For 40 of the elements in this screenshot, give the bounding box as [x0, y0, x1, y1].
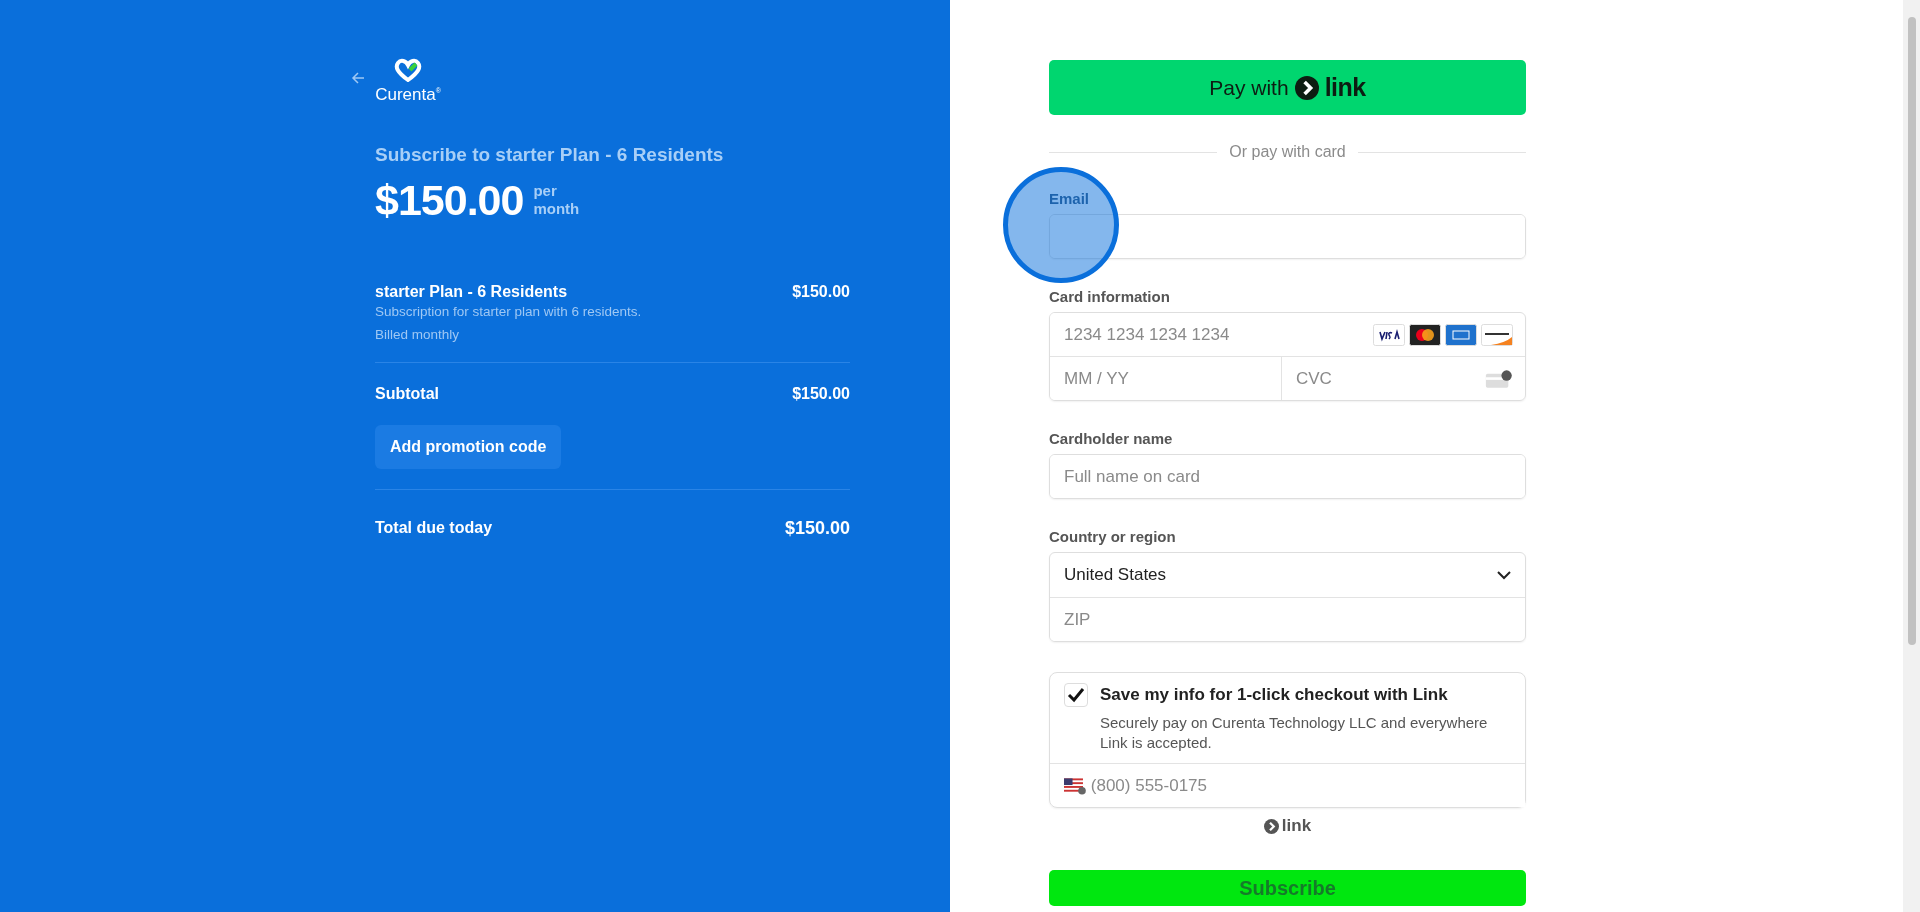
billing-note: Billed monthly: [375, 326, 461, 342]
discover-logo-icon: [1481, 323, 1513, 346]
us-flag-icon: [1064, 776, 1087, 795]
amex-logo-icon: [1445, 323, 1477, 346]
price: $150.00: [375, 175, 524, 225]
total-amount: $150.00: [784, 517, 850, 539]
save-info-checkbox[interactable]: [1064, 683, 1088, 707]
country-select[interactable]: United States: [1050, 553, 1525, 597]
country-label: Country or region: [1049, 528, 1177, 545]
add-promotion-code-button[interactable]: Add promotion code: [375, 424, 562, 469]
card-information-label: Card information: [1049, 288, 1171, 305]
logo-text: Curenta$^{®}$: [375, 83, 441, 104]
visa-logo-icon: [1373, 323, 1405, 346]
email-label: Email: [1049, 190, 1091, 207]
email-field[interactable]: [1049, 214, 1526, 259]
save-info-title: Save my info for 1-click checkout with Link: [1100, 685, 1449, 705]
divider-text: Or pay with card: [1229, 143, 1346, 161]
subtotal-label: Subtotal: [375, 384, 439, 403]
line-item-amount: $150.00: [792, 282, 850, 301]
subscription-title: Subscribe to starter Plan - 6 Residents: [375, 143, 725, 166]
cardholder-name-field[interactable]: Full name on card: [1049, 454, 1526, 499]
cardholder-name-label: Cardholder name: [1049, 430, 1174, 447]
back-arrow-icon[interactable]: [350, 70, 366, 86]
pay-with-link-button[interactable]: Pay with link: [1049, 60, 1526, 115]
save-info-description: Securely pay on Curenta Technology LLC and everywhere Link is accepted.: [1100, 713, 1489, 753]
chevron-down-icon: [1497, 570, 1511, 580]
cvc-card-icon: [1485, 367, 1513, 390]
total-label: Total due today: [375, 519, 493, 538]
scrollbar[interactable]: [1903, 0, 1920, 912]
mastercard-logo-icon: [1409, 323, 1441, 346]
line-item-name: starter Plan - 6 Residents: [375, 282, 569, 301]
checkmark-icon: [1067, 687, 1085, 703]
heart-logo-icon: [393, 58, 423, 82]
subtotal-amount: $150.00: [792, 384, 850, 403]
link-logo-icon: [1263, 818, 1279, 834]
billing-period: per month: [533, 182, 580, 219]
expiry-field[interactable]: MM / YY: [1050, 357, 1281, 400]
link-brand-text: link: [1281, 816, 1312, 836]
link-logo-icon: [1294, 75, 1319, 100]
line-item-description: Subscription for starter plan with 6 residents.: [375, 303, 643, 319]
